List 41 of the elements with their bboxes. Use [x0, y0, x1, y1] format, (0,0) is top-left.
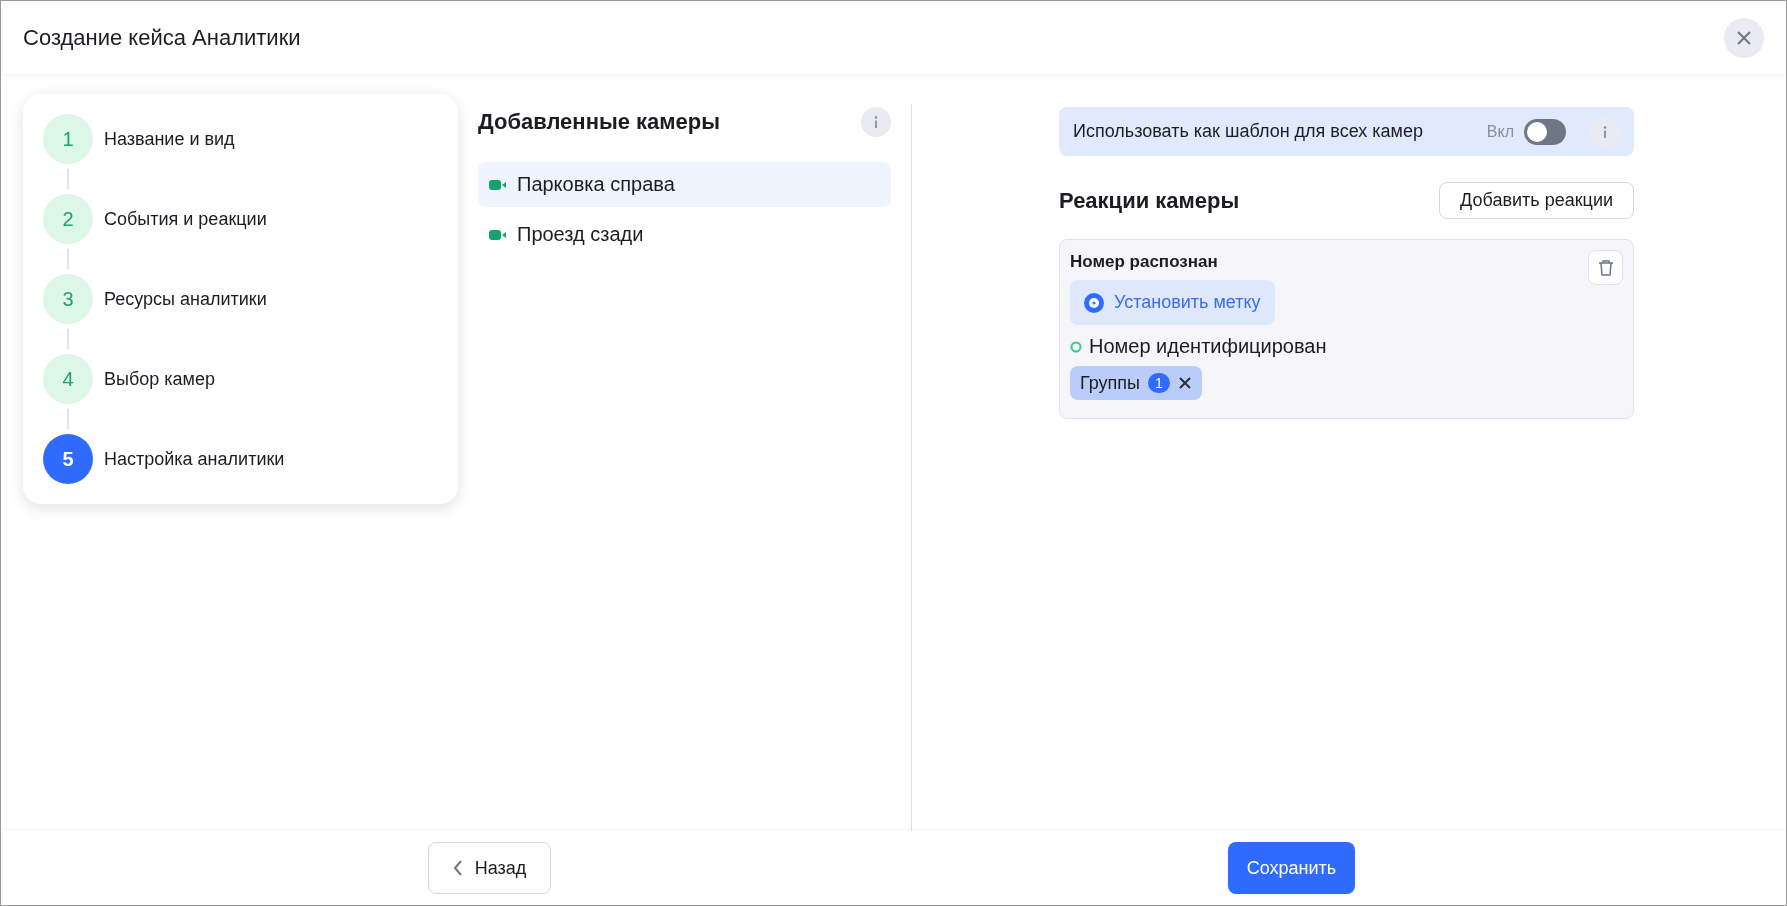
- remove-button[interactable]: [1178, 376, 1192, 390]
- back-button[interactable]: Назад: [428, 842, 551, 894]
- add-reactions-button[interactable]: Добавить реакции: [1439, 182, 1634, 219]
- toggle-label: Вкл: [1486, 122, 1514, 141]
- chip-label: Группы: [1080, 372, 1140, 394]
- info-button[interactable]: [861, 107, 891, 137]
- count-badge: 1: [1148, 373, 1170, 393]
- step-number: 5: [43, 434, 93, 484]
- close-button[interactable]: [1724, 17, 1764, 58]
- template-label: Использовать как шаблон для всех камер: [1073, 121, 1424, 142]
- info-icon: [874, 116, 878, 128]
- status-ring-icon: [1070, 340, 1082, 353]
- step-number: 1: [43, 114, 93, 164]
- set-label-button[interactable]: Установить метку: [1070, 280, 1275, 325]
- video-camera-icon: [489, 178, 507, 191]
- event-name: Номер идентифицирован: [1089, 335, 1327, 358]
- step-label: Ресурсы аналитики: [104, 288, 267, 310]
- camera-name: Проезд сзади: [517, 223, 644, 246]
- step-label: Выбор камер: [104, 368, 215, 390]
- step-label: Название и вид: [104, 128, 235, 150]
- section-title: Добавленные камеры: [478, 109, 721, 135]
- trash-icon: [1597, 259, 1614, 276]
- delete-button[interactable]: [1588, 250, 1623, 285]
- step-label: Настройка аналитики: [104, 448, 285, 470]
- step-number: 2: [43, 194, 93, 244]
- close-icon: [1736, 29, 1752, 46]
- info-icon: [1603, 125, 1607, 138]
- camera-name: Парковка справа: [517, 173, 675, 196]
- reaction-title: Номер распознан: [1070, 252, 1218, 272]
- step-number: 4: [43, 354, 93, 404]
- save-button[interactable]: Сохранить: [1228, 842, 1355, 894]
- question-icon: [1084, 292, 1104, 313]
- section-title: Реакции камеры: [1059, 187, 1240, 214]
- toggle-switch[interactable]: [1524, 118, 1566, 145]
- step-number: 3: [43, 274, 93, 324]
- window-title: Создание кейса Аналитики: [23, 24, 301, 51]
- step-label: События и реакции: [104, 208, 267, 230]
- camera-item[interactable]: Проезд сзади: [478, 212, 891, 257]
- chevron-left-icon: [452, 860, 463, 876]
- video-camera-icon: [489, 228, 507, 241]
- camera-item[interactable]: Парковка справа: [478, 162, 891, 207]
